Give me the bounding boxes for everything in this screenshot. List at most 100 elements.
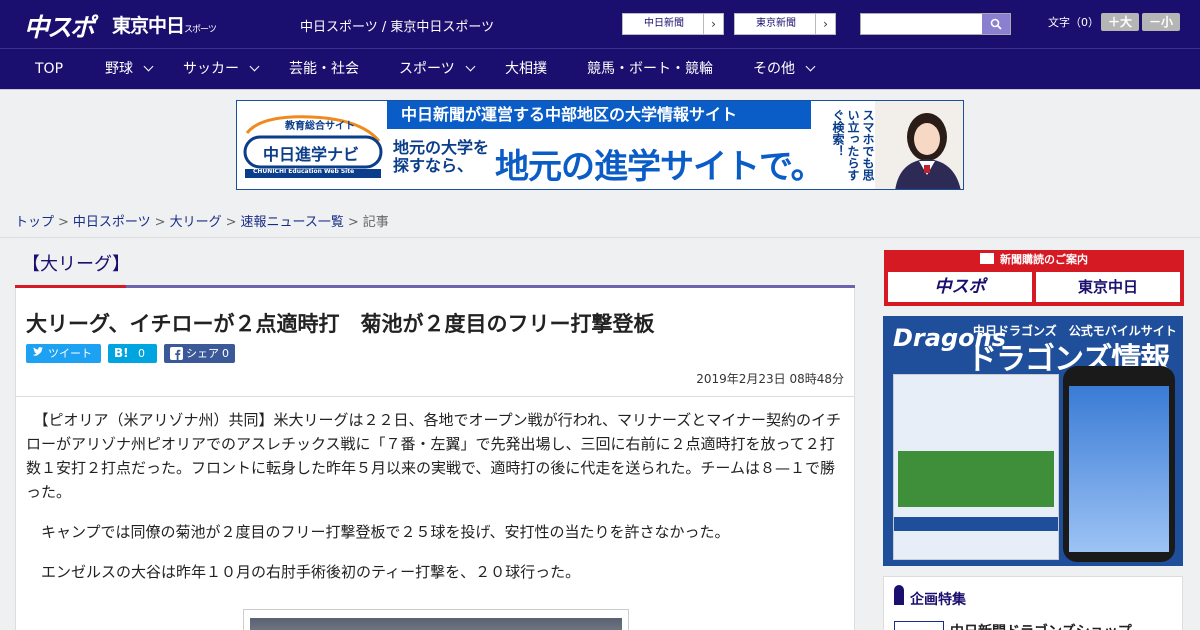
font-larger-button[interactable]: ＋大 xyxy=(1101,13,1139,31)
category-label: 【大リーグ】 xyxy=(22,254,130,275)
tweet-label: ツイート xyxy=(48,347,92,360)
tokyo-shimbun-label: 東京新聞 xyxy=(756,18,796,29)
chunichi-shimbun-label: 中日新聞 xyxy=(644,18,684,29)
article-card: 大リーグ、イチローが２点適時打 菊池が２度目のフリー打撃登板 ツイート B! 0… xyxy=(15,288,855,630)
nav-item-baseball[interactable]: 野球 xyxy=(105,49,154,89)
chevron-down-icon xyxy=(805,61,816,72)
ribbon-icon xyxy=(894,585,904,605)
chuspo-logo[interactable]: 中スポ xyxy=(24,8,95,44)
banner-headline: 中日新聞が運営する中部地区の大学情報サイト xyxy=(387,101,811,129)
subscription-ad[interactable]: 新聞購読のご案内 中スポ 東京中日 xyxy=(884,250,1184,306)
smartphone-image xyxy=(1063,366,1175,562)
chunichi-shimbun-link[interactable]: 中日新聞 › xyxy=(622,13,724,35)
scoreboard-buttons xyxy=(894,517,1058,531)
shop-thumbnail[interactable] xyxy=(894,621,944,630)
tokyo-chunichi-logo[interactable]: 東京中日スポーツ xyxy=(112,11,217,38)
nav-item-sumo[interactable]: 大相撲 xyxy=(505,49,547,89)
breadcrumb-news-list[interactable]: 速報ニュース一覧 xyxy=(241,215,344,230)
breadcrumb-chuspo[interactable]: 中日スポーツ xyxy=(73,215,151,230)
article-title: 大リーグ、イチローが２点適時打 菊池が２度目のフリー打撃登板 xyxy=(26,312,655,336)
nav-item-soccer[interactable]: サッカー xyxy=(183,49,260,89)
breadcrumb-separator: > xyxy=(58,215,69,230)
hatena-bookmark-icon: B! xyxy=(114,346,129,360)
nav-item-sports[interactable]: スポーツ xyxy=(399,49,476,89)
banner-main-copy: 地元の進学サイトで。 xyxy=(495,147,825,187)
facebook-count: 0 xyxy=(222,347,229,360)
tweet-button[interactable]: ツイート xyxy=(26,344,101,363)
nav-item-top[interactable]: TOP xyxy=(35,49,63,89)
banner-model-photo xyxy=(875,101,963,189)
breadcrumb-separator: > xyxy=(225,215,237,230)
breadcrumb-mlb[interactable]: 大リーグ xyxy=(170,215,222,230)
main-nav: TOP 野球 サッカー 芸能・社会 スポーツ 大相撲 競馬・ボート・競輪 その他 xyxy=(0,48,1200,89)
search-icon xyxy=(990,18,1002,30)
ad-banner-shingaku-navi[interactable]: 教育総合サイト 中日進学ナビ CHUNICHI Education Web Si… xyxy=(236,100,964,190)
facebook-icon xyxy=(170,344,183,369)
breadcrumb-separator: > xyxy=(347,215,359,230)
subscription-heading-text: 新聞購読のご案内 xyxy=(1000,253,1088,266)
font-smaller-button[interactable]: －小 xyxy=(1142,13,1180,31)
banner-subtext: 地元の大学を探すなら、 xyxy=(393,139,489,175)
nav-item-label: その他 xyxy=(753,61,795,77)
article-divider xyxy=(16,396,854,397)
smartphone-screen xyxy=(1069,386,1169,552)
dragons-mobile-ad[interactable]: Dragons 中日ドラゴンズ 公式モバイルサイト ドラゴンズ情報 xyxy=(883,316,1183,566)
facebook-share-label: シェア xyxy=(186,347,219,360)
nav-item-label: 野球 xyxy=(105,61,133,77)
hatena-count: 0 xyxy=(138,347,145,360)
breadcrumb-separator: > xyxy=(154,215,166,230)
subscribe-chuspo-link[interactable]: 中スポ xyxy=(888,272,1032,302)
article-photo-image xyxy=(250,618,622,630)
tokyo-chunichi-logo-text: 東京中日 xyxy=(112,15,185,37)
search-input[interactable] xyxy=(861,14,982,34)
newspaper-icon xyxy=(980,253,994,264)
twitter-icon xyxy=(32,344,44,369)
subscription-heading: 新聞購読のご案内 xyxy=(884,250,1184,270)
tokyo-chunichi-logo-small: スポーツ xyxy=(184,25,217,35)
nav-item-keiba[interactable]: 競馬・ボート・競輪 xyxy=(587,49,713,89)
chevron-down-icon xyxy=(465,61,476,72)
nav-item-label: サッカー xyxy=(183,61,239,77)
chevron-down-icon xyxy=(249,61,260,72)
breadcrumb-top[interactable]: トップ xyxy=(15,215,54,230)
nav-item-label: 大相撲 xyxy=(505,61,547,77)
subscribe-tokyo-chunichi-link[interactable]: 東京中日 xyxy=(1036,272,1180,302)
nav-item-label: スポーツ xyxy=(399,61,455,77)
nav-item-other[interactable]: その他 xyxy=(753,49,816,89)
feature-item-shop[interactable]: 中日新聞ドラゴンズショップ xyxy=(950,621,1132,630)
logo-main-text: 中日進学ナビ xyxy=(263,145,360,164)
chevron-right-icon: › xyxy=(815,14,835,34)
site-name[interactable]: 中日スポーツ / 東京中日スポーツ xyxy=(300,16,494,35)
article-paragraph: エンゼルスの大谷は昨年１０月の右肘手術後初のティー打撃を、２０球行った。 xyxy=(26,563,581,581)
feature-section: 企画特集 中日新聞ドラゴンズショップ xyxy=(883,576,1183,630)
chevron-right-icon: › xyxy=(703,14,723,34)
search-box xyxy=(860,13,1011,35)
student-photo-icon xyxy=(895,113,961,189)
scoreboard-screenshot xyxy=(893,374,1059,560)
facebook-share-button[interactable]: シェア 0 xyxy=(164,344,235,363)
hatena-bookmark-button[interactable]: B! 0 xyxy=(108,344,157,363)
shingaku-navi-logo: 教育総合サイト 中日進学ナビ CHUNICHI Education Web Si… xyxy=(241,111,386,181)
site-header: 中スポ 東京中日スポーツ 中日スポーツ / 東京中日スポーツ 中日新聞 › 東京… xyxy=(0,0,1200,48)
article-date: 2019年2月23日 08時48分 xyxy=(696,372,844,386)
search-button[interactable] xyxy=(982,14,1010,34)
article-paragraph: 【ピオリア（米アリゾナ州）共同】米大リーグは２２日、各地でオープン戦が行われ、マ… xyxy=(26,411,841,501)
article-photo[interactable] xyxy=(243,609,629,630)
banner-subtext-text: 地元の大学を探すなら、 xyxy=(393,138,490,175)
logo-tagline: 教育総合サイト xyxy=(285,121,355,132)
breadcrumb: トップ > 中日スポーツ > 大リーグ > 速報ニュース一覧 > 記事 xyxy=(15,211,389,230)
breadcrumb-bar: トップ > 中日スポーツ > 大リーグ > 速報ニュース一覧 > 記事 xyxy=(0,200,1200,238)
scoreboard-field xyxy=(898,451,1054,507)
article-body: 【ピオリア（米アリゾナ州）共同】米大リーグは２２日、各地でオープン戦が行われ、マ… xyxy=(26,408,846,600)
tokyo-shimbun-link[interactable]: 東京新聞 › xyxy=(734,13,836,35)
logo-english: CHUNICHI Education Web Site xyxy=(253,168,355,175)
breadcrumb-current: 記事 xyxy=(362,215,389,230)
font-size-label: 文字（0） xyxy=(1048,16,1099,29)
feature-title: 企画特集 xyxy=(910,592,966,608)
nav-item-label: TOP xyxy=(35,61,64,77)
nav-item-label: 競馬・ボート・競輪 xyxy=(587,61,713,77)
banner-vertical-copy: スマホでも思い立ったらすぐ検索！ xyxy=(831,109,875,181)
nav-item-label: 芸能・社会 xyxy=(289,61,359,77)
nav-item-entertainment[interactable]: 芸能・社会 xyxy=(289,49,359,89)
chevron-down-icon xyxy=(143,61,154,72)
